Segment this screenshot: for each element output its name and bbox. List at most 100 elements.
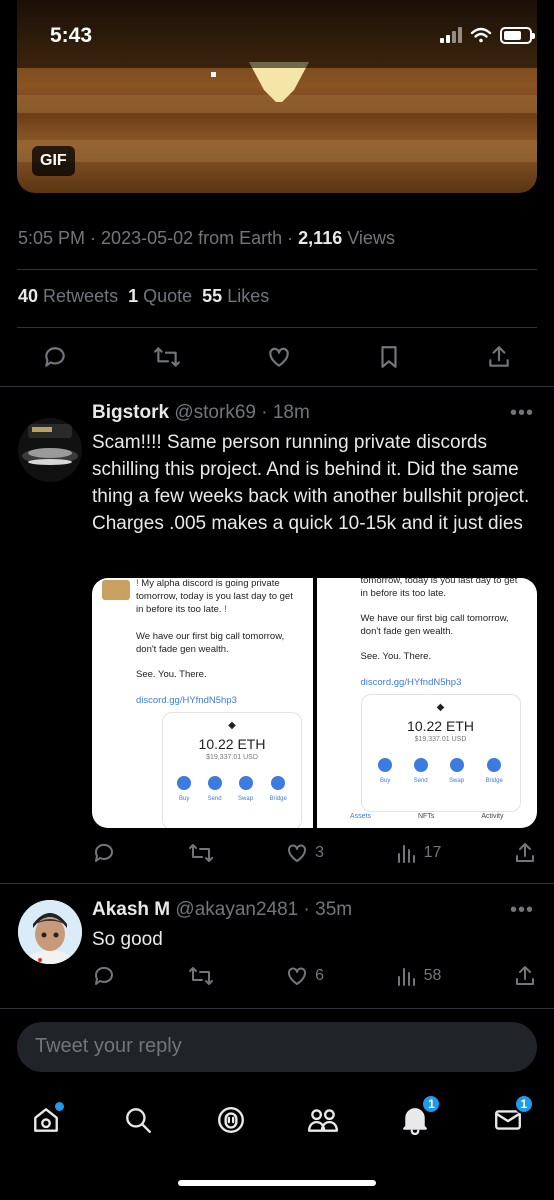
media-text: We have our first big call tomorrow, don… — [136, 631, 285, 655]
signal-icon — [440, 27, 462, 43]
divider — [17, 327, 537, 328]
gif-badge: GIF — [32, 146, 75, 176]
eth-balance: 10.22 ETH — [407, 718, 474, 734]
media-image-left[interactable]: ! My alpha discord is going private tomo… — [92, 578, 313, 828]
quotes-stat[interactable]: 1 Quote — [128, 286, 192, 307]
media-text: See. You. There. — [136, 669, 207, 680]
retweet-icon[interactable] — [188, 841, 214, 865]
eth-balance: 10.22 ETH — [198, 736, 266, 752]
home-indicator — [178, 1180, 376, 1186]
tab-search[interactable] — [118, 1100, 158, 1140]
media-image-right[interactable]: tomorrow, today is you last day to get i… — [316, 578, 537, 828]
views-label: Views — [347, 228, 395, 248]
avatar[interactable] — [18, 418, 82, 482]
reply-compose-input[interactable]: Tweet your reply — [17, 1022, 537, 1072]
retweets-stat[interactable]: 40 Retweets — [18, 286, 118, 307]
media-link: discord.gg/HYfndN5hp3 — [136, 695, 237, 706]
messages-badge: 1 — [513, 1094, 534, 1114]
media-text: See. You. There. — [360, 651, 432, 662]
home-dot-badge — [55, 1102, 65, 1111]
more-options-icon[interactable]: ••• — [510, 899, 534, 922]
reply-media[interactable]: ! My alpha discord is going private tomo… — [92, 578, 537, 828]
more-options-icon[interactable]: ••• — [510, 402, 534, 425]
tweet-source[interactable]: from Earth — [198, 228, 282, 248]
share-icon[interactable] — [486, 344, 512, 370]
tab-spaces[interactable] — [211, 1100, 251, 1140]
wallet-bridge: Bridge — [485, 758, 503, 788]
reply-header: Bigstork @stork69 · 18m — [92, 402, 310, 423]
search-icon — [123, 1105, 153, 1135]
wallet-send: Send — [413, 758, 428, 788]
view-count: 17 — [423, 844, 442, 861]
divider — [17, 269, 537, 270]
bookmark-icon[interactable] — [377, 344, 401, 370]
battery-icon — [500, 26, 535, 44]
divider — [0, 883, 554, 884]
user-handle[interactable]: @stork69 — [174, 402, 256, 423]
wifi-icon — [470, 26, 492, 44]
like-icon — [285, 841, 309, 865]
tweet-meta: 5:05 PM · 2023-05-02 from Earth · 2,116 … — [18, 228, 395, 248]
reply-icon[interactable] — [92, 841, 116, 865]
reply-text: So good — [92, 929, 163, 950]
status-icons — [440, 26, 535, 44]
gif-star — [211, 72, 216, 77]
analytics-icon — [396, 965, 418, 987]
like-icon[interactable] — [266, 344, 292, 370]
tab-messages[interactable]: 1 — [488, 1094, 534, 1140]
views-count: 2,116 — [298, 228, 343, 248]
wallet-send: Send — [207, 776, 222, 806]
wallet-card: ◆ 10.22 ETH $19,337.01 USD Buy Send Swap… — [360, 694, 521, 812]
reply-header: Akash M @akayan2481 · 35m — [92, 899, 353, 920]
tab-notifications[interactable]: 1 — [395, 1094, 442, 1140]
reply-icon[interactable] — [92, 964, 116, 988]
reply-text: Scam!!!! Same person running private dis… — [92, 432, 530, 534]
divider — [0, 1008, 554, 1009]
tweet-date: 2023-05-02 — [101, 228, 194, 248]
reply-icon[interactable] — [42, 344, 68, 370]
avatar[interactable] — [18, 900, 82, 964]
share-icon[interactable] — [513, 841, 537, 865]
tweet-stats: 40 Retweets 1 Quote 55 Likes — [18, 286, 269, 307]
analytics-icon — [396, 842, 418, 864]
usd-balance: $19,337.01 USD — [206, 754, 258, 761]
display-name[interactable]: Akash M — [92, 899, 170, 920]
tab-home[interactable] — [26, 1100, 66, 1140]
media-link: discord.gg/HYfndN5hp3 — [360, 677, 462, 688]
tab-communities[interactable] — [303, 1100, 343, 1140]
like-button[interactable]: 3 — [285, 841, 324, 865]
reply-actions: 6 58 — [92, 961, 537, 991]
media-text: We have our first big call tomorrow, don… — [360, 613, 509, 637]
like-count: 6 — [315, 967, 325, 984]
notifications-badge: 1 — [421, 1094, 442, 1114]
wallet-buy: Buy — [177, 776, 192, 806]
reply-age: 18m — [272, 402, 310, 423]
retweet-icon[interactable] — [153, 344, 181, 370]
gif-band — [17, 140, 537, 162]
media-text: My alpha discord is going private tomorr… — [136, 578, 293, 615]
likes-stat[interactable]: 55 Likes — [202, 286, 269, 307]
views-button[interactable]: 17 — [396, 842, 442, 864]
like-button[interactable]: 6 — [285, 964, 324, 988]
user-handle[interactable]: @akayan2481 — [175, 899, 298, 920]
view-count: 58 — [423, 967, 442, 984]
wallet-tabs: Assets NFTs Activity — [349, 813, 504, 820]
wallet-buy: Buy — [378, 758, 393, 788]
reply-age: 35m — [315, 899, 353, 920]
like-icon — [285, 964, 309, 988]
wallet-card: ◆ 10.22 ETH $19,337.01 USD Buy Send Swap… — [162, 712, 302, 828]
tweet-time: 5:05 PM — [18, 228, 86, 248]
display-name[interactable]: Bigstork — [92, 402, 169, 423]
like-count: 3 — [315, 844, 325, 861]
views-button[interactable]: 58 — [396, 965, 442, 987]
status-time: 5:43 — [50, 24, 93, 47]
bottom-tab-bar: 1 1 — [0, 1090, 554, 1150]
status-bar: 5:43 — [0, 0, 554, 68]
communities-icon — [307, 1105, 339, 1135]
spaces-icon — [216, 1105, 246, 1135]
tweet-actions — [0, 340, 554, 374]
wallet-bridge: Bridge — [269, 776, 287, 806]
media-text: tomorrow, today is you last day to get i… — [360, 578, 518, 599]
retweet-icon[interactable] — [188, 964, 214, 988]
share-icon[interactable] — [513, 964, 537, 988]
